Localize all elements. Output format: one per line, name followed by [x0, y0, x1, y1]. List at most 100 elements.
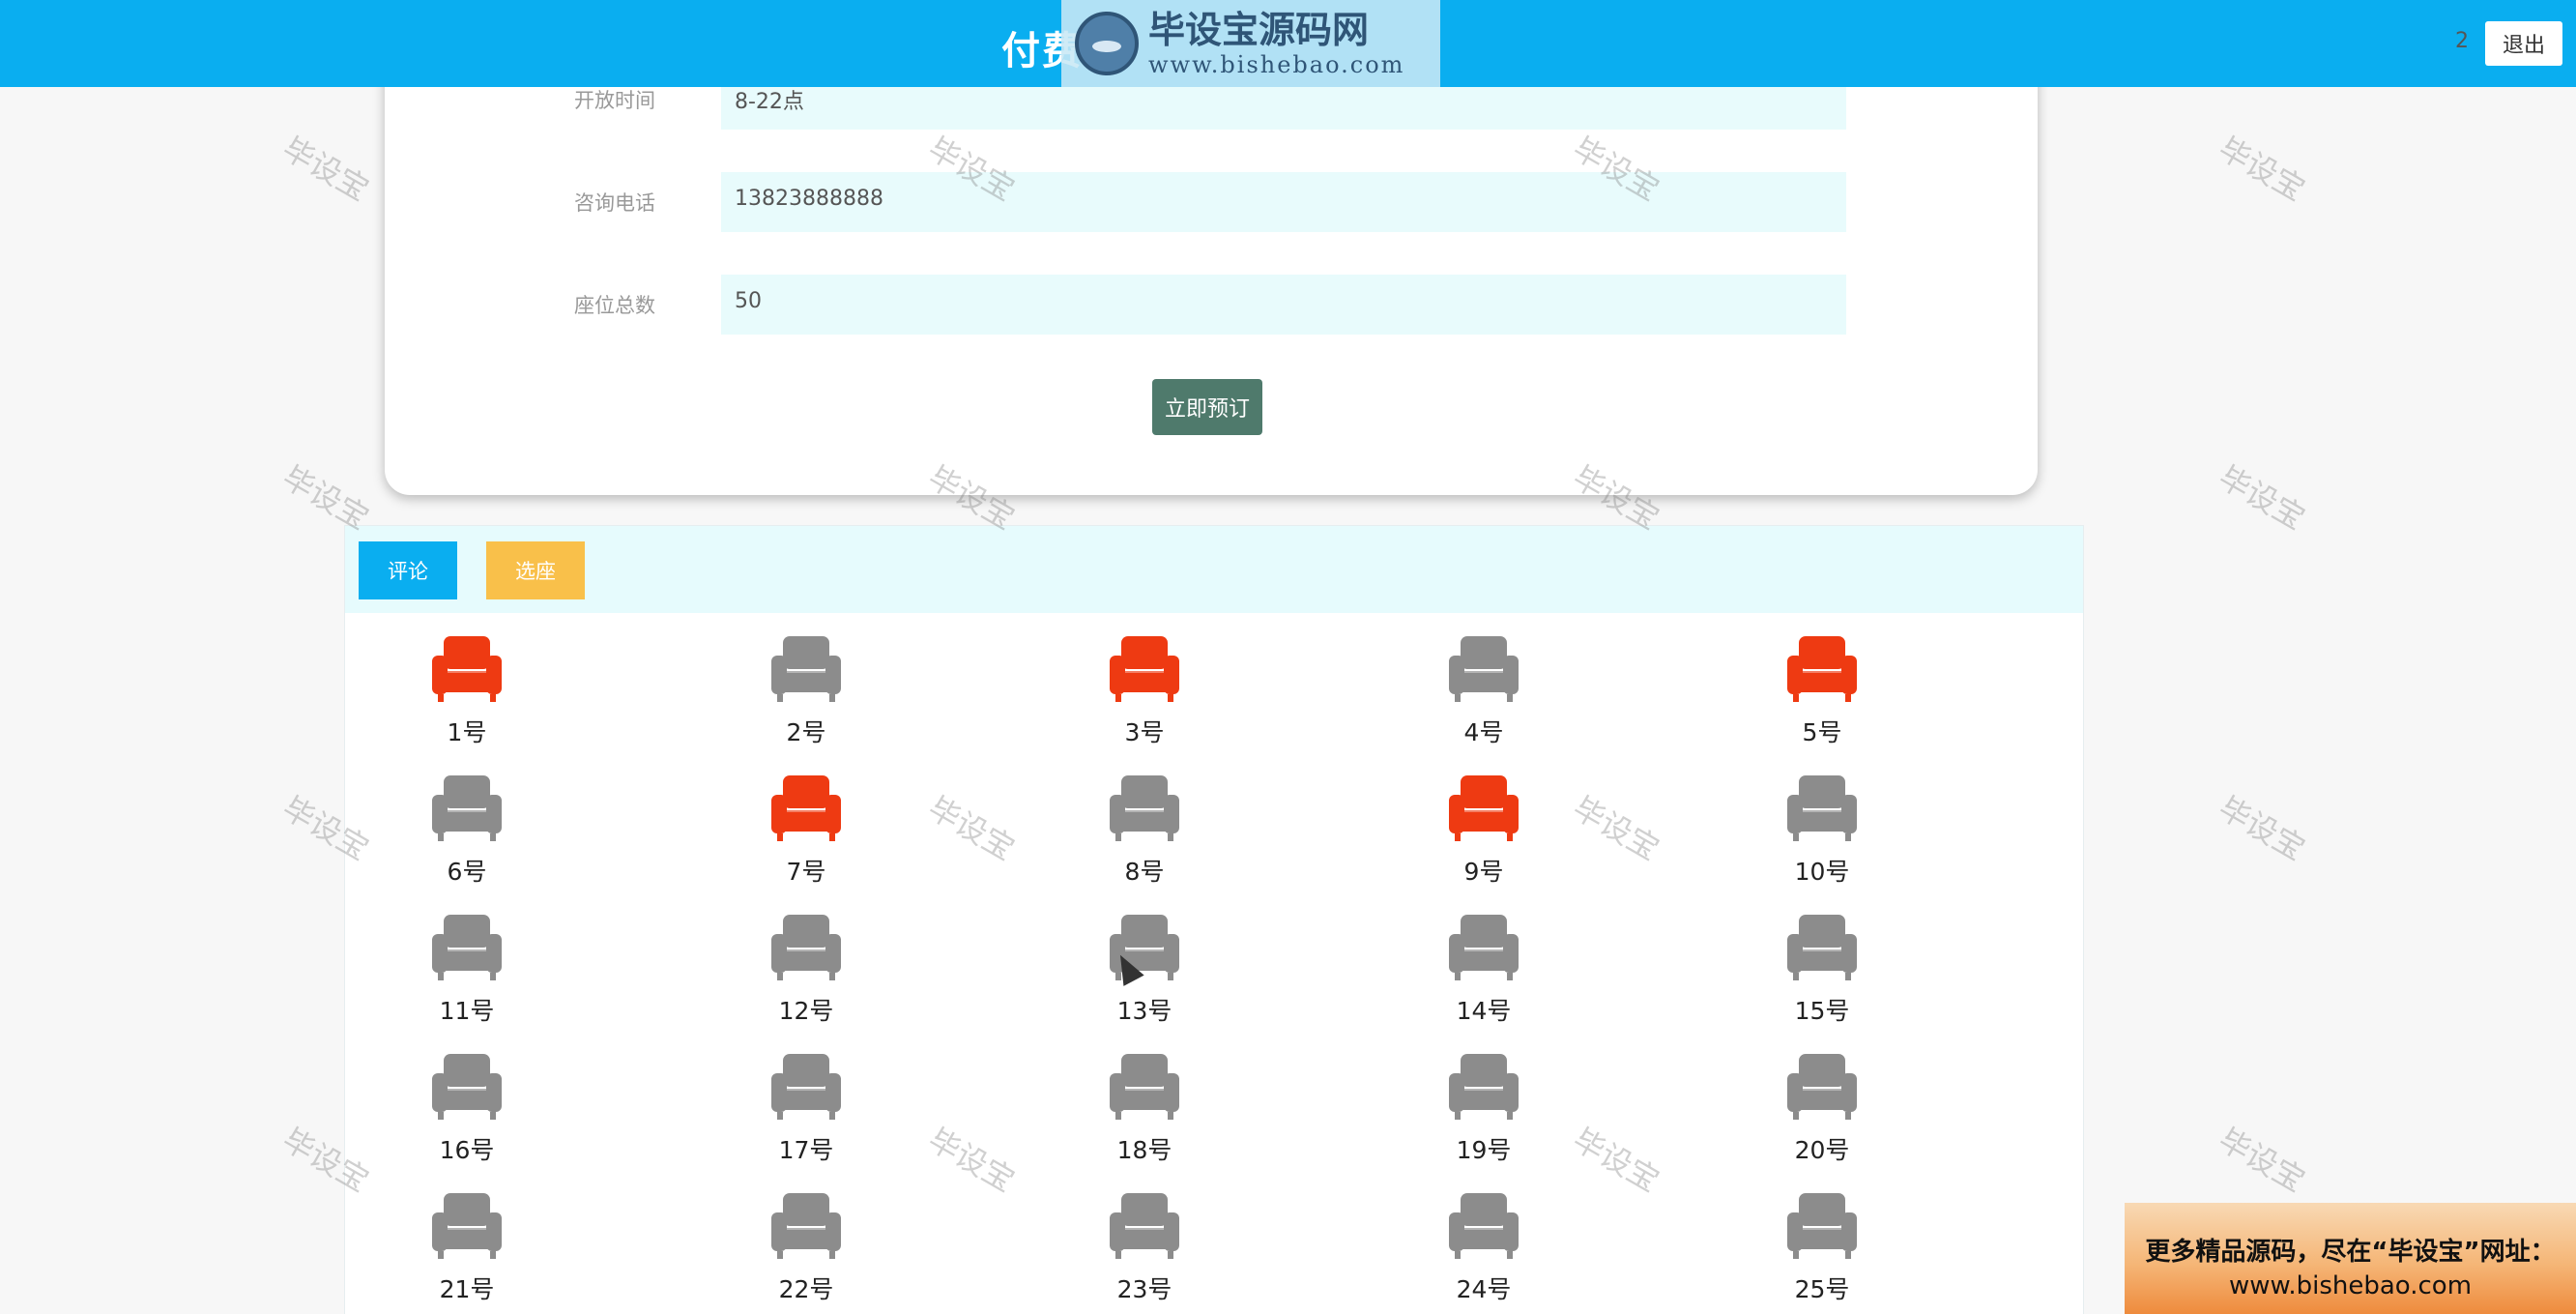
- seat-23[interactable]: 23号: [1077, 1191, 1212, 1314]
- armchair-icon: [432, 636, 502, 702]
- watermark-text: 毕设宝: [2212, 130, 2312, 209]
- armchair-icon: [771, 1193, 841, 1259]
- seat-22[interactable]: 22号: [738, 1191, 874, 1314]
- seat-24[interactable]: 24号: [1416, 1191, 1551, 1314]
- seat-18[interactable]: 18号: [1077, 1052, 1212, 1187]
- seat-12[interactable]: 12号: [738, 913, 874, 1048]
- seat-10[interactable]: 10号: [1754, 774, 1890, 909]
- seat-7[interactable]: 7号: [738, 774, 874, 909]
- tab-bar: 评论 选座: [345, 526, 2083, 613]
- seat-1[interactable]: 1号: [399, 634, 535, 770]
- armchair-icon: [771, 915, 841, 980]
- seat-6[interactable]: 6号: [399, 774, 535, 909]
- seat-number: 9号: [1463, 858, 1504, 886]
- logo-url: www.bishebao.com: [1148, 51, 1405, 78]
- seat-17[interactable]: 17号: [738, 1052, 874, 1187]
- armchair-icon: [1449, 636, 1519, 702]
- logo-name: 毕设宝源码网: [1148, 9, 1370, 51]
- armchair-icon: [432, 1054, 502, 1120]
- current-user: 2: [2455, 29, 2469, 53]
- seat-number: 19号: [1456, 1136, 1512, 1164]
- watermark-text: 毕设宝: [2212, 789, 2312, 868]
- ad-url: www.bishebao.com: [2228, 1271, 2473, 1300]
- seat-25[interactable]: 25号: [1754, 1191, 1890, 1314]
- armchair-icon: [1787, 1054, 1857, 1120]
- armchair-icon: [1787, 1193, 1857, 1259]
- seat-total-value: 50: [721, 275, 1846, 335]
- seat-number: 12号: [778, 997, 834, 1025]
- seat-number: 22号: [778, 1275, 834, 1303]
- armchair-icon: [1110, 1193, 1179, 1259]
- armchair-icon: [432, 1193, 502, 1259]
- seat-number: 7号: [786, 858, 826, 886]
- info-row-phone: 咨询电话 13823888888: [385, 172, 2038, 232]
- seat-number: 2号: [786, 718, 826, 746]
- armchair-icon: [1787, 775, 1857, 841]
- seat-21[interactable]: 21号: [399, 1191, 535, 1314]
- site-logo-watermark: 毕设宝源码网 www.bishebao.com: [1061, 0, 1440, 87]
- seat-15[interactable]: 15号: [1754, 913, 1890, 1048]
- seat-4[interactable]: 4号: [1416, 634, 1551, 770]
- armchair-icon: [1110, 775, 1179, 841]
- seat-selection-panel: 评论 选座 1号 2号 3号 4号 5号 6号 7号 8号 9号 10号 11号 12号 13号 14号 1…: [344, 525, 2084, 1314]
- seat-number: 21号: [439, 1275, 495, 1303]
- armchair-icon: [432, 775, 502, 841]
- armchair-icon: [771, 1054, 841, 1120]
- seat-13[interactable]: 13号: [1077, 913, 1212, 1048]
- seat-total-label: 座位总数: [574, 294, 655, 317]
- armchair-icon: [771, 636, 841, 702]
- armchair-icon: [1787, 636, 1857, 702]
- ad-text: 更多精品源码，尽在“毕设宝”网址：: [2145, 1238, 2556, 1267]
- seat-number: 14号: [1456, 997, 1512, 1025]
- reserve-now-button[interactable]: 立即预订: [1152, 379, 1262, 435]
- logout-button[interactable]: 退出: [2485, 21, 2562, 66]
- seat-16[interactable]: 16号: [399, 1052, 535, 1187]
- seat-number: 8号: [1124, 858, 1165, 886]
- armchair-icon: [1449, 775, 1519, 841]
- watermark-text: 毕设宝: [2212, 1121, 2312, 1200]
- tab-select-seat[interactable]: 选座: [486, 541, 585, 599]
- seat-11[interactable]: 11号: [399, 913, 535, 1048]
- ad-banner[interactable]: 更多精品源码，尽在“毕设宝”网址： www.bishebao.com: [2125, 1203, 2576, 1314]
- watermark-text: 毕设宝: [2212, 458, 2312, 538]
- phone-value: 13823888888: [721, 172, 1846, 232]
- watermark-text: 毕设宝: [275, 130, 376, 209]
- seat-20[interactable]: 20号: [1754, 1052, 1890, 1187]
- info-row-seat-total: 座位总数 50: [385, 275, 2038, 335]
- seat-number: 1号: [447, 718, 487, 746]
- seat-number: 20号: [1794, 1136, 1850, 1164]
- seat-number: 17号: [778, 1136, 834, 1164]
- seat-number: 6号: [447, 858, 487, 886]
- armchair-icon: [1449, 1054, 1519, 1120]
- seat-number: 4号: [1463, 718, 1504, 746]
- seat-number: 5号: [1802, 718, 1842, 746]
- open-hours-label: 开放时间: [574, 89, 655, 112]
- seat-number: 15号: [1794, 997, 1850, 1025]
- seat-number: 23号: [1116, 1275, 1172, 1303]
- seat-19[interactable]: 19号: [1416, 1052, 1551, 1187]
- seat-2[interactable]: 2号: [738, 634, 874, 770]
- armchair-icon: [1110, 636, 1179, 702]
- top-navbar: 付费 毕设宝源码网 www.bishebao.com 2 退出: [0, 0, 2576, 87]
- seat-number: 10号: [1794, 858, 1850, 886]
- armchair-icon: [1110, 1054, 1179, 1120]
- seat-5[interactable]: 5号: [1754, 634, 1890, 770]
- phone-label: 咨询电话: [574, 191, 655, 215]
- seat-number: 3号: [1124, 718, 1165, 746]
- armchair-icon: [1449, 1193, 1519, 1259]
- armchair-icon: [1449, 915, 1519, 980]
- seat-3[interactable]: 3号: [1077, 634, 1212, 770]
- seat-number: 13号: [1116, 997, 1172, 1025]
- seat-8[interactable]: 8号: [1077, 774, 1212, 909]
- seat-number: 25号: [1794, 1275, 1850, 1303]
- seat-number: 24号: [1456, 1275, 1512, 1303]
- armchair-icon: [1787, 915, 1857, 980]
- seat-number: 11号: [439, 997, 495, 1025]
- seat-number: 18号: [1116, 1136, 1172, 1164]
- tab-comment[interactable]: 评论: [359, 541, 457, 599]
- seat-14[interactable]: 14号: [1416, 913, 1551, 1048]
- seat-9[interactable]: 9号: [1416, 774, 1551, 909]
- seat-number: 16号: [439, 1136, 495, 1164]
- armchair-icon: [771, 775, 841, 841]
- study-room-info-card: 开放时间 8-22点 咨询电话 13823888888 座位总数 50 立即预订: [385, 58, 2038, 495]
